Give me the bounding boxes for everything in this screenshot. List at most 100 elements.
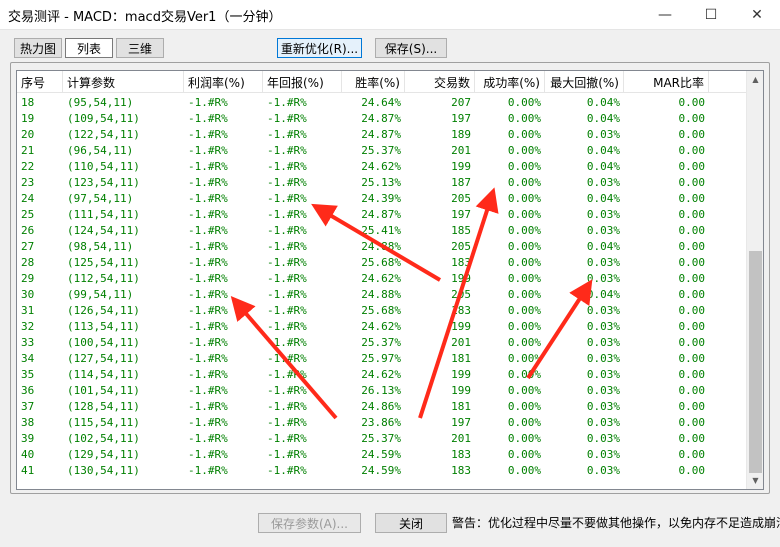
table-row[interactable]: 27 (98,54,11) -1.#R% -1.#R% 24.88% 205 0.00% 0.…	[17, 239, 747, 255]
cell-trades: 205	[451, 192, 471, 205]
cell-mar-ratio: 0.00	[678, 112, 706, 125]
scroll-thumb[interactable]	[749, 251, 762, 473]
minimize-icon[interactable]: —	[642, 0, 688, 30]
table-row[interactable]: 35 (114,54,11) -1.#R% -1.#R% 24.62% 199 0.00% 0…	[17, 367, 747, 383]
cell-win-rate: 25.68%	[361, 256, 401, 269]
table-row[interactable]: 31 (126,54,11) -1.#R% -1.#R% 25.68% 183 0.00% 0…	[17, 303, 747, 319]
cell-mar-ratio: 0.00	[678, 448, 706, 461]
cell-annual-return: -1.#R%	[267, 240, 307, 253]
cell-win-rate: 24.62%	[361, 272, 401, 285]
table-row[interactable]: 20 (122,54,11) -1.#R% -1.#R% 24.87% 189 0.00% 0…	[17, 127, 747, 143]
table-row[interactable]: 29 (112,54,11) -1.#R% -1.#R% 24.62% 199 0.00% 0…	[17, 271, 747, 287]
cell-success-rate: 0.00%	[507, 112, 541, 125]
cell-profit: -1.#R%	[188, 336, 228, 349]
cell-win-rate: 25.13%	[361, 176, 401, 189]
cell-mar-ratio: 0.00	[678, 144, 706, 157]
cell-win-rate: 25.41%	[361, 224, 401, 237]
table-row[interactable]: 34 (127,54,11) -1.#R% -1.#R% 25.97% 181 0.00% 0…	[17, 351, 747, 367]
cell-max-drawdown: 0.03%	[586, 208, 620, 221]
table-row[interactable]: 30 (99,54,11) -1.#R% -1.#R% 24.88% 205 0.00% 0.…	[17, 287, 747, 303]
cell-params: (98,54,11)	[67, 240, 134, 253]
cell-max-drawdown: 0.03%	[586, 224, 620, 237]
header-trades[interactable]: 交易数	[405, 71, 475, 93]
cell-profit: -1.#R%	[188, 400, 228, 413]
cell-success-rate: 0.00%	[507, 240, 541, 253]
cell-success-rate: 0.00%	[507, 448, 541, 461]
header-params[interactable]: 计算参数	[63, 71, 184, 93]
save-params-button[interactable]: 保存参数(A)...	[258, 513, 361, 533]
cell-success-rate: 0.00%	[507, 304, 541, 317]
cell-max-drawdown: 0.04%	[586, 144, 620, 157]
table-row[interactable]: 21 (96,54,11) -1.#R% -1.#R% 25.37% 201 0.00% 0.…	[17, 143, 747, 159]
cell-win-rate: 25.97%	[361, 352, 401, 365]
table-row[interactable]: 18 (95,54,11) -1.#R% -1.#R% 24.64% 207 0.00% 0.…	[17, 95, 747, 111]
cell-win-rate: 24.39%	[361, 192, 401, 205]
header-success-rate[interactable]: 成功率(%)	[475, 71, 545, 93]
cell-profit: -1.#R%	[188, 208, 228, 221]
cell-trades: 183	[451, 304, 471, 317]
cell-params: (96,54,11)	[67, 144, 134, 157]
cell-profit: -1.#R%	[188, 384, 228, 397]
cell-win-rate: 24.87%	[361, 208, 401, 221]
cell-profit: -1.#R%	[188, 144, 228, 157]
table-row[interactable]: 25 (111,54,11) -1.#R% -1.#R% 24.87% 197 0.00% 0…	[17, 207, 747, 223]
cell-profit: -1.#R%	[188, 448, 228, 461]
header-index[interactable]: 序号	[17, 71, 63, 93]
cell-success-rate: 0.00%	[507, 272, 541, 285]
table-row[interactable]: 19 (109,54,11) -1.#R% -1.#R% 24.87% 197 0.00% 0…	[17, 111, 747, 127]
cell-success-rate: 0.00%	[507, 144, 541, 157]
cell-annual-return: -1.#R%	[267, 448, 307, 461]
cell-params: (95,54,11)	[67, 96, 134, 109]
cell-trades: 183	[451, 448, 471, 461]
cell-params: (115,54,11)	[67, 416, 140, 429]
cell-mar-ratio: 0.00	[678, 368, 706, 381]
cell-index: 38	[21, 416, 35, 429]
cell-trades: 205	[451, 240, 471, 253]
header-max-drawdown[interactable]: 最大回撤(%)	[545, 71, 624, 93]
cell-max-drawdown: 0.04%	[586, 240, 620, 253]
table-row[interactable]: 36 (101,54,11) -1.#R% -1.#R% 26.13% 199 0.00% 0…	[17, 383, 747, 399]
reoptimize-button[interactable]: 重新优化(R)...	[277, 38, 362, 58]
cell-success-rate: 0.00%	[507, 320, 541, 333]
cell-profit: -1.#R%	[188, 368, 228, 381]
close-button[interactable]: 关闭	[375, 513, 447, 533]
cell-annual-return: -1.#R%	[267, 416, 307, 429]
close-icon[interactable]: ✕	[734, 0, 780, 30]
save-button[interactable]: 保存(S)...	[375, 38, 447, 58]
results-table[interactable]: 序号 计算参数 利润率(%) 年回报(%) 胜率(%) 交易数 成功率(%) 最…	[16, 70, 764, 490]
header-profit[interactable]: 利润率(%)	[184, 71, 263, 93]
tab-list[interactable]: 列表	[65, 38, 113, 58]
table-row[interactable]: 28 (125,54,11) -1.#R% -1.#R% 25.68% 183 0.00% 0…	[17, 255, 747, 271]
header-win-rate[interactable]: 胜率(%)	[342, 71, 405, 93]
table-row[interactable]: 32 (113,54,11) -1.#R% -1.#R% 24.62% 199 0.00% 0…	[17, 319, 747, 335]
table-row[interactable]: 33 (100,54,11) -1.#R% -1.#R% 25.37% 201 0.00% 0…	[17, 335, 747, 351]
table-row[interactable]: 40 (129,54,11) -1.#R% -1.#R% 24.59% 183 0.00% 0…	[17, 447, 747, 463]
vertical-scrollbar[interactable]: ▲ ▼	[746, 71, 763, 489]
cell-params: (111,54,11)	[67, 208, 140, 221]
table-row[interactable]: 39 (102,54,11) -1.#R% -1.#R% 25.37% 201 0.00% 0…	[17, 431, 747, 447]
tab-heatmap[interactable]: 热力图	[14, 38, 62, 58]
cell-profit: -1.#R%	[188, 464, 228, 477]
cell-win-rate: 24.88%	[361, 288, 401, 301]
cell-max-drawdown: 0.03%	[586, 304, 620, 317]
cell-trades: 197	[451, 416, 471, 429]
scroll-up-icon[interactable]: ▲	[747, 71, 763, 88]
table-row[interactable]: 38 (115,54,11) -1.#R% -1.#R% 23.86% 197 0.00% 0…	[17, 415, 747, 431]
scroll-down-icon[interactable]: ▼	[747, 472, 763, 489]
header-mar-ratio[interactable]: MAR比率	[624, 71, 709, 93]
table-row[interactable]: 37 (128,54,11) -1.#R% -1.#R% 24.86% 181 0.00% 0…	[17, 399, 747, 415]
cell-max-drawdown: 0.03%	[586, 320, 620, 333]
cell-mar-ratio: 0.00	[678, 464, 706, 477]
table-row[interactable]: 26 (124,54,11) -1.#R% -1.#R% 25.41% 185 0.00% 0…	[17, 223, 747, 239]
cell-index: 21	[21, 144, 35, 157]
cell-max-drawdown: 0.03%	[586, 400, 620, 413]
cell-trades: 205	[451, 288, 471, 301]
maximize-icon[interactable]: ☐	[688, 0, 734, 30]
table-row[interactable]: 41 (130,54,11) -1.#R% -1.#R% 24.59% 183 0.00% 0…	[17, 463, 747, 479]
table-row[interactable]: 24 (97,54,11) -1.#R% -1.#R% 24.39% 205 0.00% 0.…	[17, 191, 747, 207]
table-row[interactable]: 22 (110,54,11) -1.#R% -1.#R% 24.62% 199 0.00% 0…	[17, 159, 747, 175]
cell-max-drawdown: 0.03%	[586, 352, 620, 365]
header-annual-return[interactable]: 年回报(%)	[263, 71, 342, 93]
table-row[interactable]: 23 (123,54,11) -1.#R% -1.#R% 25.13% 187 0.00% 0…	[17, 175, 747, 191]
tab-3d[interactable]: 三维	[116, 38, 164, 58]
